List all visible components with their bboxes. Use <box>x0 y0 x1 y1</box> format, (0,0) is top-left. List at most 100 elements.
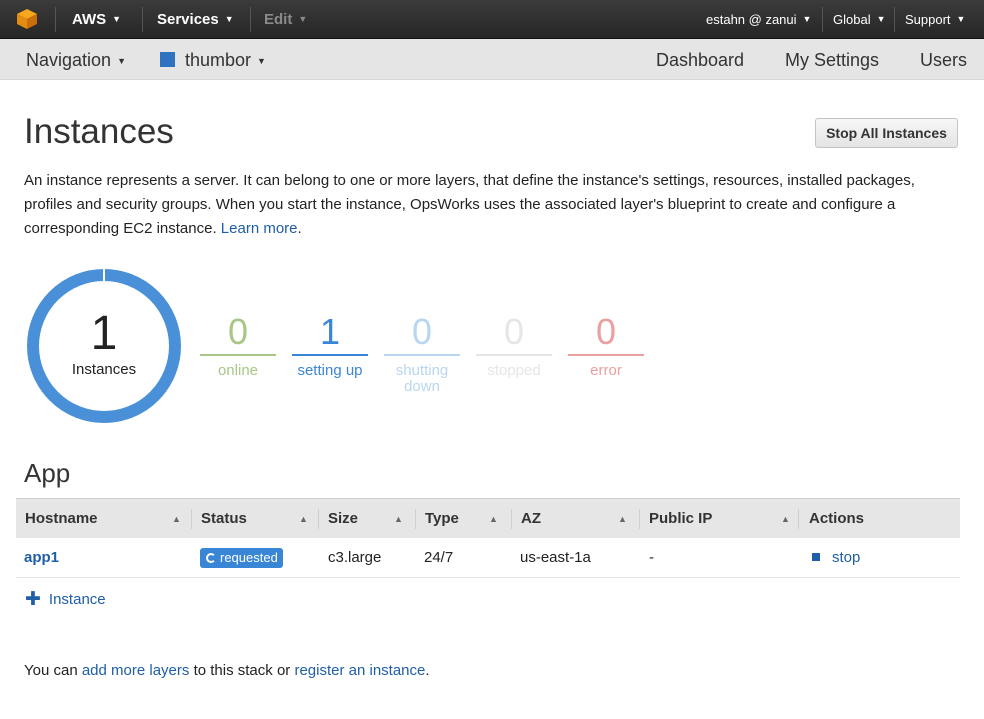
chevron-down-icon: ▼ <box>112 14 122 24</box>
stat-value: 0 <box>411 311 433 352</box>
stat-label: setting up <box>297 362 363 379</box>
aws-menu[interactable]: AWS ▼ <box>72 11 121 28</box>
sort-up-icon: ▲ <box>299 514 308 524</box>
status-text: requested <box>220 550 278 565</box>
stat-error: 0 error <box>568 312 644 379</box>
table-row: app1 requested c3.large 24/7 us-east-1a … <box>16 538 960 578</box>
stat-label: online <box>217 362 259 379</box>
sort-up-icon: ▲ <box>781 514 790 524</box>
divider <box>250 7 251 32</box>
sort-up-icon: ▲ <box>172 514 181 524</box>
region-label: Global <box>833 12 871 27</box>
column-header-type[interactable]: Type ▲ <box>415 499 510 539</box>
chevron-down-icon: ▼ <box>876 14 886 24</box>
users-link[interactable]: Users <box>920 50 967 71</box>
stat-value: 0 <box>227 311 249 352</box>
stat-value: 0 <box>503 311 525 352</box>
column-header-hostname[interactable]: Hostname ▲ <box>25 499 190 539</box>
aws-top-bar: AWS ▼ Services ▼ Edit ▼ estahn @ zanui ▼ Glo… <box>0 0 984 39</box>
divider <box>894 7 895 32</box>
my-settings-link[interactable]: My Settings <box>785 50 879 71</box>
services-menu[interactable]: Services ▼ <box>157 11 234 28</box>
stat-setting-up: 1 setting up <box>292 312 368 379</box>
instances-donut-chart: 1 Instances <box>26 268 182 424</box>
column-label: Status <box>201 510 247 527</box>
table-header: Hostname ▲ Status ▲ Size ▲ Type ▲ AZ ▲ Public… <box>16 498 960 538</box>
learn-more-link[interactable]: Learn more <box>221 220 298 237</box>
column-label: Size <box>328 510 359 527</box>
add-instance-label: Instance <box>48 591 106 608</box>
divider <box>511 509 512 529</box>
chevron-down-icon: ▼ <box>298 14 308 24</box>
instances-table: Hostname ▲ Status ▲ Size ▲ Type ▲ AZ ▲ Public… <box>16 498 960 578</box>
column-header-status[interactable]: Status ▲ <box>191 499 321 539</box>
footer-text: . <box>425 662 430 679</box>
stat-stopped: 0 stopped <box>476 312 552 379</box>
stat-label: stopped <box>487 362 541 379</box>
dashboard-link[interactable]: Dashboard <box>656 50 744 71</box>
stat-label: shutting down <box>395 362 449 395</box>
divider <box>55 7 56 32</box>
stack-name: thumbor <box>185 50 252 70</box>
support-label: Support <box>905 12 951 27</box>
stop-all-instances-button[interactable]: Stop All Instances <box>815 118 958 148</box>
divider <box>142 7 143 32</box>
column-header-size[interactable]: Size ▲ <box>318 499 418 539</box>
divider <box>822 7 823 32</box>
plus-icon: ✚ <box>25 589 41 610</box>
add-more-layers-link[interactable]: add more layers <box>82 662 190 679</box>
sort-up-icon: ▲ <box>394 514 403 524</box>
stat-underline <box>476 354 552 356</box>
stop-icon <box>812 553 820 561</box>
footer-text: to this stack or <box>189 662 295 679</box>
az-cell: us-east-1a <box>520 549 591 566</box>
divider <box>191 509 192 529</box>
services-label: Services <box>157 11 219 28</box>
stack-color-icon <box>160 52 175 67</box>
support-menu[interactable]: Support ▼ <box>905 12 965 27</box>
column-label: Hostname <box>25 510 98 527</box>
aws-cube-icon[interactable] <box>16 8 38 30</box>
sort-up-icon: ▲ <box>489 514 498 524</box>
divider <box>415 509 416 529</box>
divider <box>639 509 640 529</box>
spinner-icon <box>206 553 216 563</box>
stop-instance-action[interactable]: stop <box>812 538 860 578</box>
type-cell: 24/7 <box>424 549 454 566</box>
user-menu[interactable]: estahn @ zanui ▼ <box>706 12 811 27</box>
layer-title: App <box>24 458 71 488</box>
add-instance-link[interactable]: ✚ Instance <box>25 588 106 611</box>
navigation-label: Navigation <box>26 50 112 70</box>
description-text: An instance represents a server. It can … <box>24 172 915 237</box>
column-label: Public IP <box>649 510 713 527</box>
edit-label: Edit <box>264 11 293 28</box>
column-label: Actions <box>809 510 865 527</box>
chevron-down-icon: ▼ <box>802 14 812 24</box>
sort-up-icon: ▲ <box>618 514 627 524</box>
stat-value: 0 <box>595 311 617 352</box>
description-period: . <box>297 220 302 237</box>
chevron-down-icon: ▼ <box>224 14 234 24</box>
chevron-down-icon: ▼ <box>956 14 966 24</box>
region-menu[interactable]: Global ▼ <box>833 12 886 27</box>
opsworks-nav-bar: Navigation ▼ thumbor ▼ Dashboard My Settin… <box>0 39 984 80</box>
column-header-public-ip[interactable]: Public IP ▲ <box>639 499 799 539</box>
edit-menu[interactable]: Edit ▼ <box>264 11 307 28</box>
stat-underline <box>292 354 368 356</box>
stack-selector[interactable]: thumbor ▼ <box>160 50 266 71</box>
column-label: AZ <box>521 510 541 527</box>
chevron-down-icon: ▼ <box>117 56 126 66</box>
hostname-link[interactable]: app1 <box>24 538 59 578</box>
column-header-az[interactable]: AZ ▲ <box>511 499 636 539</box>
stat-label: error <box>590 362 622 379</box>
navigation-menu[interactable]: Navigation ▼ <box>26 50 126 71</box>
footer-note: You can add more layers to this stack or… <box>24 662 430 679</box>
footer-text: You can <box>24 662 82 679</box>
chevron-down-icon: ▼ <box>257 56 266 66</box>
instances-total: 1 <box>90 307 118 360</box>
stat-value: 1 <box>319 311 341 352</box>
instances-total-label: Instances <box>71 361 137 378</box>
divider <box>318 509 319 529</box>
register-instance-link[interactable]: register an instance <box>294 662 425 679</box>
aws-label: AWS <box>72 11 107 28</box>
